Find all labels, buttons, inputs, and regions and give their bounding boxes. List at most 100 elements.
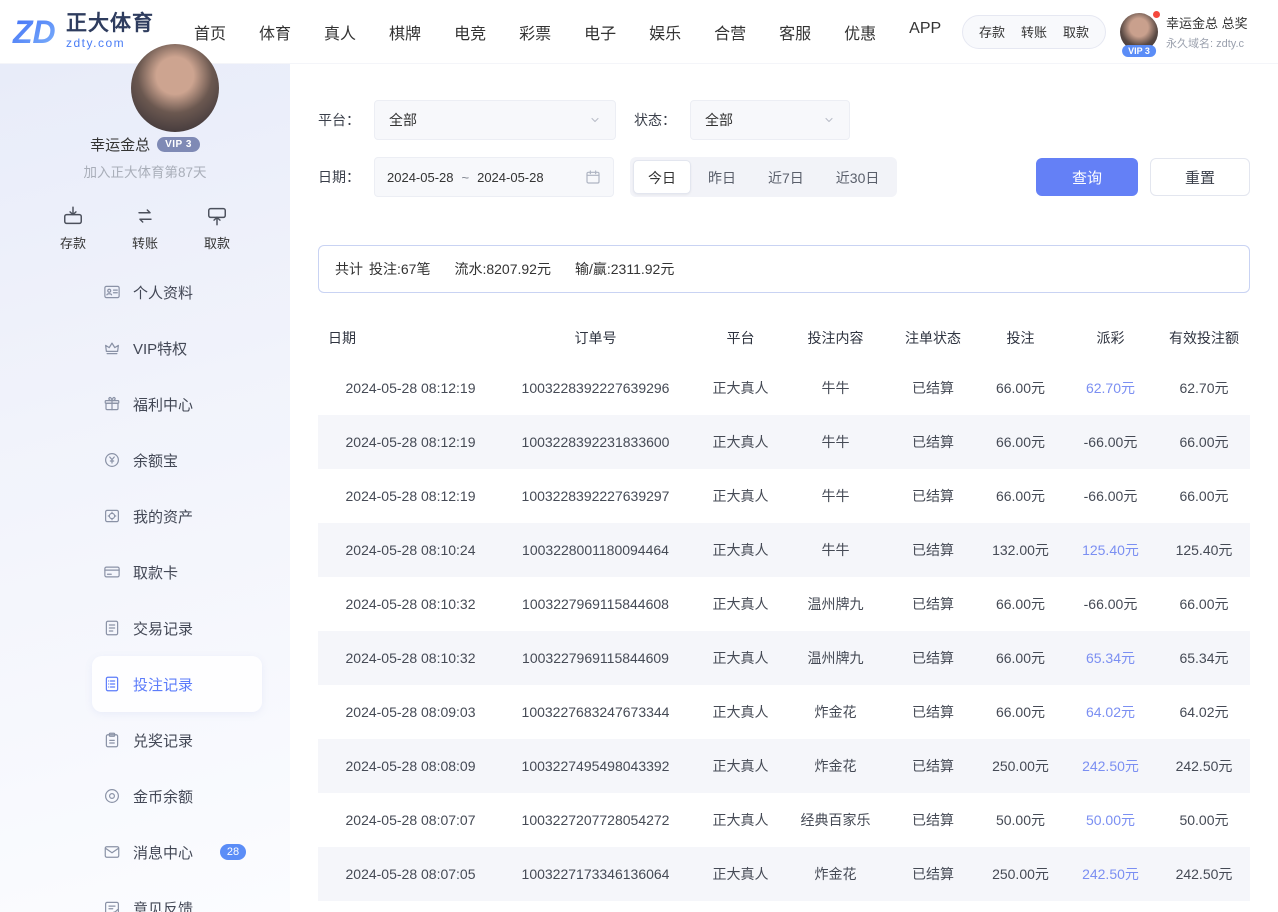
nav-item[interactable]: 电子 bbox=[584, 20, 616, 44]
cell-date: 2024-05-28 08:07:05 bbox=[318, 847, 493, 901]
cell-bet-amount: 50.00元 bbox=[978, 793, 1063, 847]
nav-item[interactable]: 优惠 bbox=[844, 20, 876, 44]
cell-bet-content: 炸金花 bbox=[783, 847, 888, 901]
sidebar-item-bet-records[interactable]: 投注记录 bbox=[92, 656, 262, 712]
deposit-action[interactable]: 存款 bbox=[60, 205, 86, 252]
cell-payout: -66.00元 bbox=[1063, 469, 1158, 523]
sidebar-item-withdraw-card[interactable]: 取款卡 bbox=[92, 544, 262, 600]
sidebar-item-yuebao[interactable]: 余额宝 bbox=[92, 432, 262, 488]
bank-card-icon bbox=[103, 563, 121, 581]
withdraw-label: 取款 bbox=[204, 233, 230, 252]
cell-date: 2024-05-28 08:10:32 bbox=[318, 577, 493, 631]
column-header: 有效投注额 bbox=[1158, 315, 1250, 361]
range-button[interactable]: 近7日 bbox=[753, 160, 819, 194]
cell-date: 2024-05-28 08:10:24 bbox=[318, 523, 493, 577]
sidebar-item-messages[interactable]: 消息中心 28 bbox=[92, 824, 262, 880]
table-row: 2024-05-28 08:09:03 1003227683247673344 … bbox=[318, 685, 1250, 739]
table-row: 2024-05-28 08:10:24 1003228001180094464 … bbox=[318, 523, 1250, 577]
cell-order-no: 1003227495498043392 bbox=[493, 739, 698, 793]
column-header: 平台 bbox=[698, 315, 783, 361]
table-row: 2024-05-28 08:10:32 1003227969115844608 … bbox=[318, 577, 1250, 631]
search-button[interactable]: 查询 bbox=[1036, 158, 1138, 196]
transfer-icon bbox=[134, 205, 156, 227]
sidebar-item-vip[interactable]: VIP特权 bbox=[92, 320, 262, 376]
sidebar-item-profile[interactable]: 个人资料 bbox=[92, 264, 262, 320]
range-button[interactable]: 昨日 bbox=[693, 160, 751, 194]
nav-item[interactable]: 合营 bbox=[714, 20, 746, 44]
nav-item[interactable]: 真人 bbox=[324, 20, 356, 44]
wallet-link[interactable]: 取款 bbox=[1063, 22, 1089, 41]
status-select[interactable]: 全部 bbox=[690, 100, 850, 140]
cell-order-no: 1003228392231833600 bbox=[493, 415, 698, 469]
cell-status: 已结算 bbox=[888, 739, 978, 793]
range-button[interactable]: 今日 bbox=[633, 160, 691, 194]
vip-badge: VIP 3 bbox=[1122, 45, 1156, 57]
document-icon bbox=[103, 619, 121, 637]
coin-yuan-icon bbox=[103, 451, 121, 469]
filter-row-1: 平台： 全部 状态： 全部 bbox=[318, 100, 1250, 140]
brand-name: 正大体育 bbox=[66, 13, 154, 35]
cell-bet-amount: 132.00元 bbox=[978, 523, 1063, 577]
transfer-action[interactable]: 转账 bbox=[132, 205, 158, 252]
platform-select[interactable]: 全部 bbox=[374, 100, 616, 140]
withdraw-action[interactable]: 取款 bbox=[204, 205, 230, 252]
chevron-down-icon bbox=[589, 114, 601, 126]
clipboard-icon bbox=[103, 731, 121, 749]
sidebar-item-transactions[interactable]: 交易记录 bbox=[92, 600, 262, 656]
user-meta: 幸运金总 总奖 永久域名: zdty.c bbox=[1166, 13, 1278, 51]
nav-item[interactable]: 娱乐 bbox=[649, 20, 681, 44]
summary-winloss: 输/赢:2311.92元 bbox=[575, 259, 674, 279]
summary-bet-count: 投注:67笔 bbox=[369, 259, 430, 279]
nav-item[interactable]: 客服 bbox=[779, 20, 811, 44]
sidebar-item-feedback[interactable]: 意见反馈 bbox=[92, 880, 262, 912]
cell-order-no: 1003227969115844609 bbox=[493, 631, 698, 685]
cell-payout: 242.50元 bbox=[1063, 739, 1158, 793]
join-days-text: 加入正大体育第87天 bbox=[0, 161, 290, 181]
brand-logo[interactable]: ZD 正大体育 zdty.com bbox=[0, 11, 154, 53]
reset-button[interactable]: 重置 bbox=[1150, 158, 1250, 196]
status-selected-value: 全部 bbox=[705, 110, 823, 130]
cell-platform: 正大真人 bbox=[698, 415, 783, 469]
nav-item[interactable]: 首页 bbox=[194, 20, 226, 44]
cell-platform: 正大真人 bbox=[698, 739, 783, 793]
chevron-down-icon bbox=[823, 114, 835, 126]
main-nav: 首页 体育 真人 棋牌 电竞 彩票 电子 娱乐 合营 客服 优惠 AP bbox=[194, 20, 941, 44]
cell-status: 已结算 bbox=[888, 793, 978, 847]
cell-valid-amount: 125.40元 bbox=[1158, 523, 1250, 577]
user-avatar[interactable]: VIP 3 bbox=[1120, 13, 1158, 51]
cell-platform: 正大真人 bbox=[698, 577, 783, 631]
cell-platform: 正大真人 bbox=[698, 847, 783, 901]
nav-item[interactable]: 体育 bbox=[259, 20, 291, 44]
calendar-icon bbox=[585, 169, 601, 185]
wallet-link[interactable]: 转账 bbox=[1021, 22, 1047, 41]
nav-item[interactable]: 棋牌 bbox=[389, 20, 421, 44]
nav-item[interactable]: 彩票 bbox=[519, 20, 551, 44]
sidebar-item-coin-balance[interactable]: 金币余额 bbox=[92, 768, 262, 824]
wallet-link[interactable]: 存款 bbox=[979, 22, 1005, 41]
cell-status: 已结算 bbox=[888, 685, 978, 739]
nav-item[interactable]: 电竞 bbox=[454, 20, 486, 44]
profile-name-row: 幸运金总 VIP 3 bbox=[0, 134, 290, 154]
range-button[interactable]: 近30日 bbox=[821, 160, 895, 194]
cell-order-no: 1003228392227639297 bbox=[493, 469, 698, 523]
nav-item[interactable]: APP bbox=[909, 20, 941, 44]
cell-bet-content: 经典百家乐 bbox=[783, 793, 888, 847]
table-row: 2024-05-28 08:12:19 1003228392227639296 … bbox=[318, 361, 1250, 415]
cell-payout: 65.34元 bbox=[1063, 631, 1158, 685]
cell-bet-content: 牛牛 bbox=[783, 415, 888, 469]
filter-buttons: 查询 重置 bbox=[1036, 158, 1250, 196]
main-content: 平台： 全部 状态： 全部 日期： 2024-05-28 ~ 2024-05-2… bbox=[290, 64, 1278, 912]
profile-vip-badge: VIP 3 bbox=[157, 137, 200, 152]
table-row: 2024-05-28 08:12:19 1003228392227639297 … bbox=[318, 469, 1250, 523]
bet-records-table: 日期 订单号 平台 投注内容 注单状态 投注 派彩 有效投注额 bbox=[318, 315, 1250, 901]
profile-avatar[interactable] bbox=[131, 44, 219, 132]
cell-valid-amount: 242.50元 bbox=[1158, 847, 1250, 901]
svg-text:ZD: ZD bbox=[12, 14, 56, 50]
sidebar-item-assets[interactable]: 我的资产 bbox=[92, 488, 262, 544]
notification-dot bbox=[1153, 11, 1160, 18]
cell-order-no: 1003227173346136064 bbox=[493, 847, 698, 901]
sidebar-item-welfare[interactable]: 福利中心 bbox=[92, 376, 262, 432]
sidebar-item-prize-records[interactable]: 兑奖记录 bbox=[92, 712, 262, 768]
date-range-input[interactable]: 2024-05-28 ~ 2024-05-28 bbox=[374, 157, 614, 197]
page: ZD 正大体育 zdty.com 首页 体育 真人 棋牌 电竞 彩票 电子 bbox=[0, 0, 1278, 912]
